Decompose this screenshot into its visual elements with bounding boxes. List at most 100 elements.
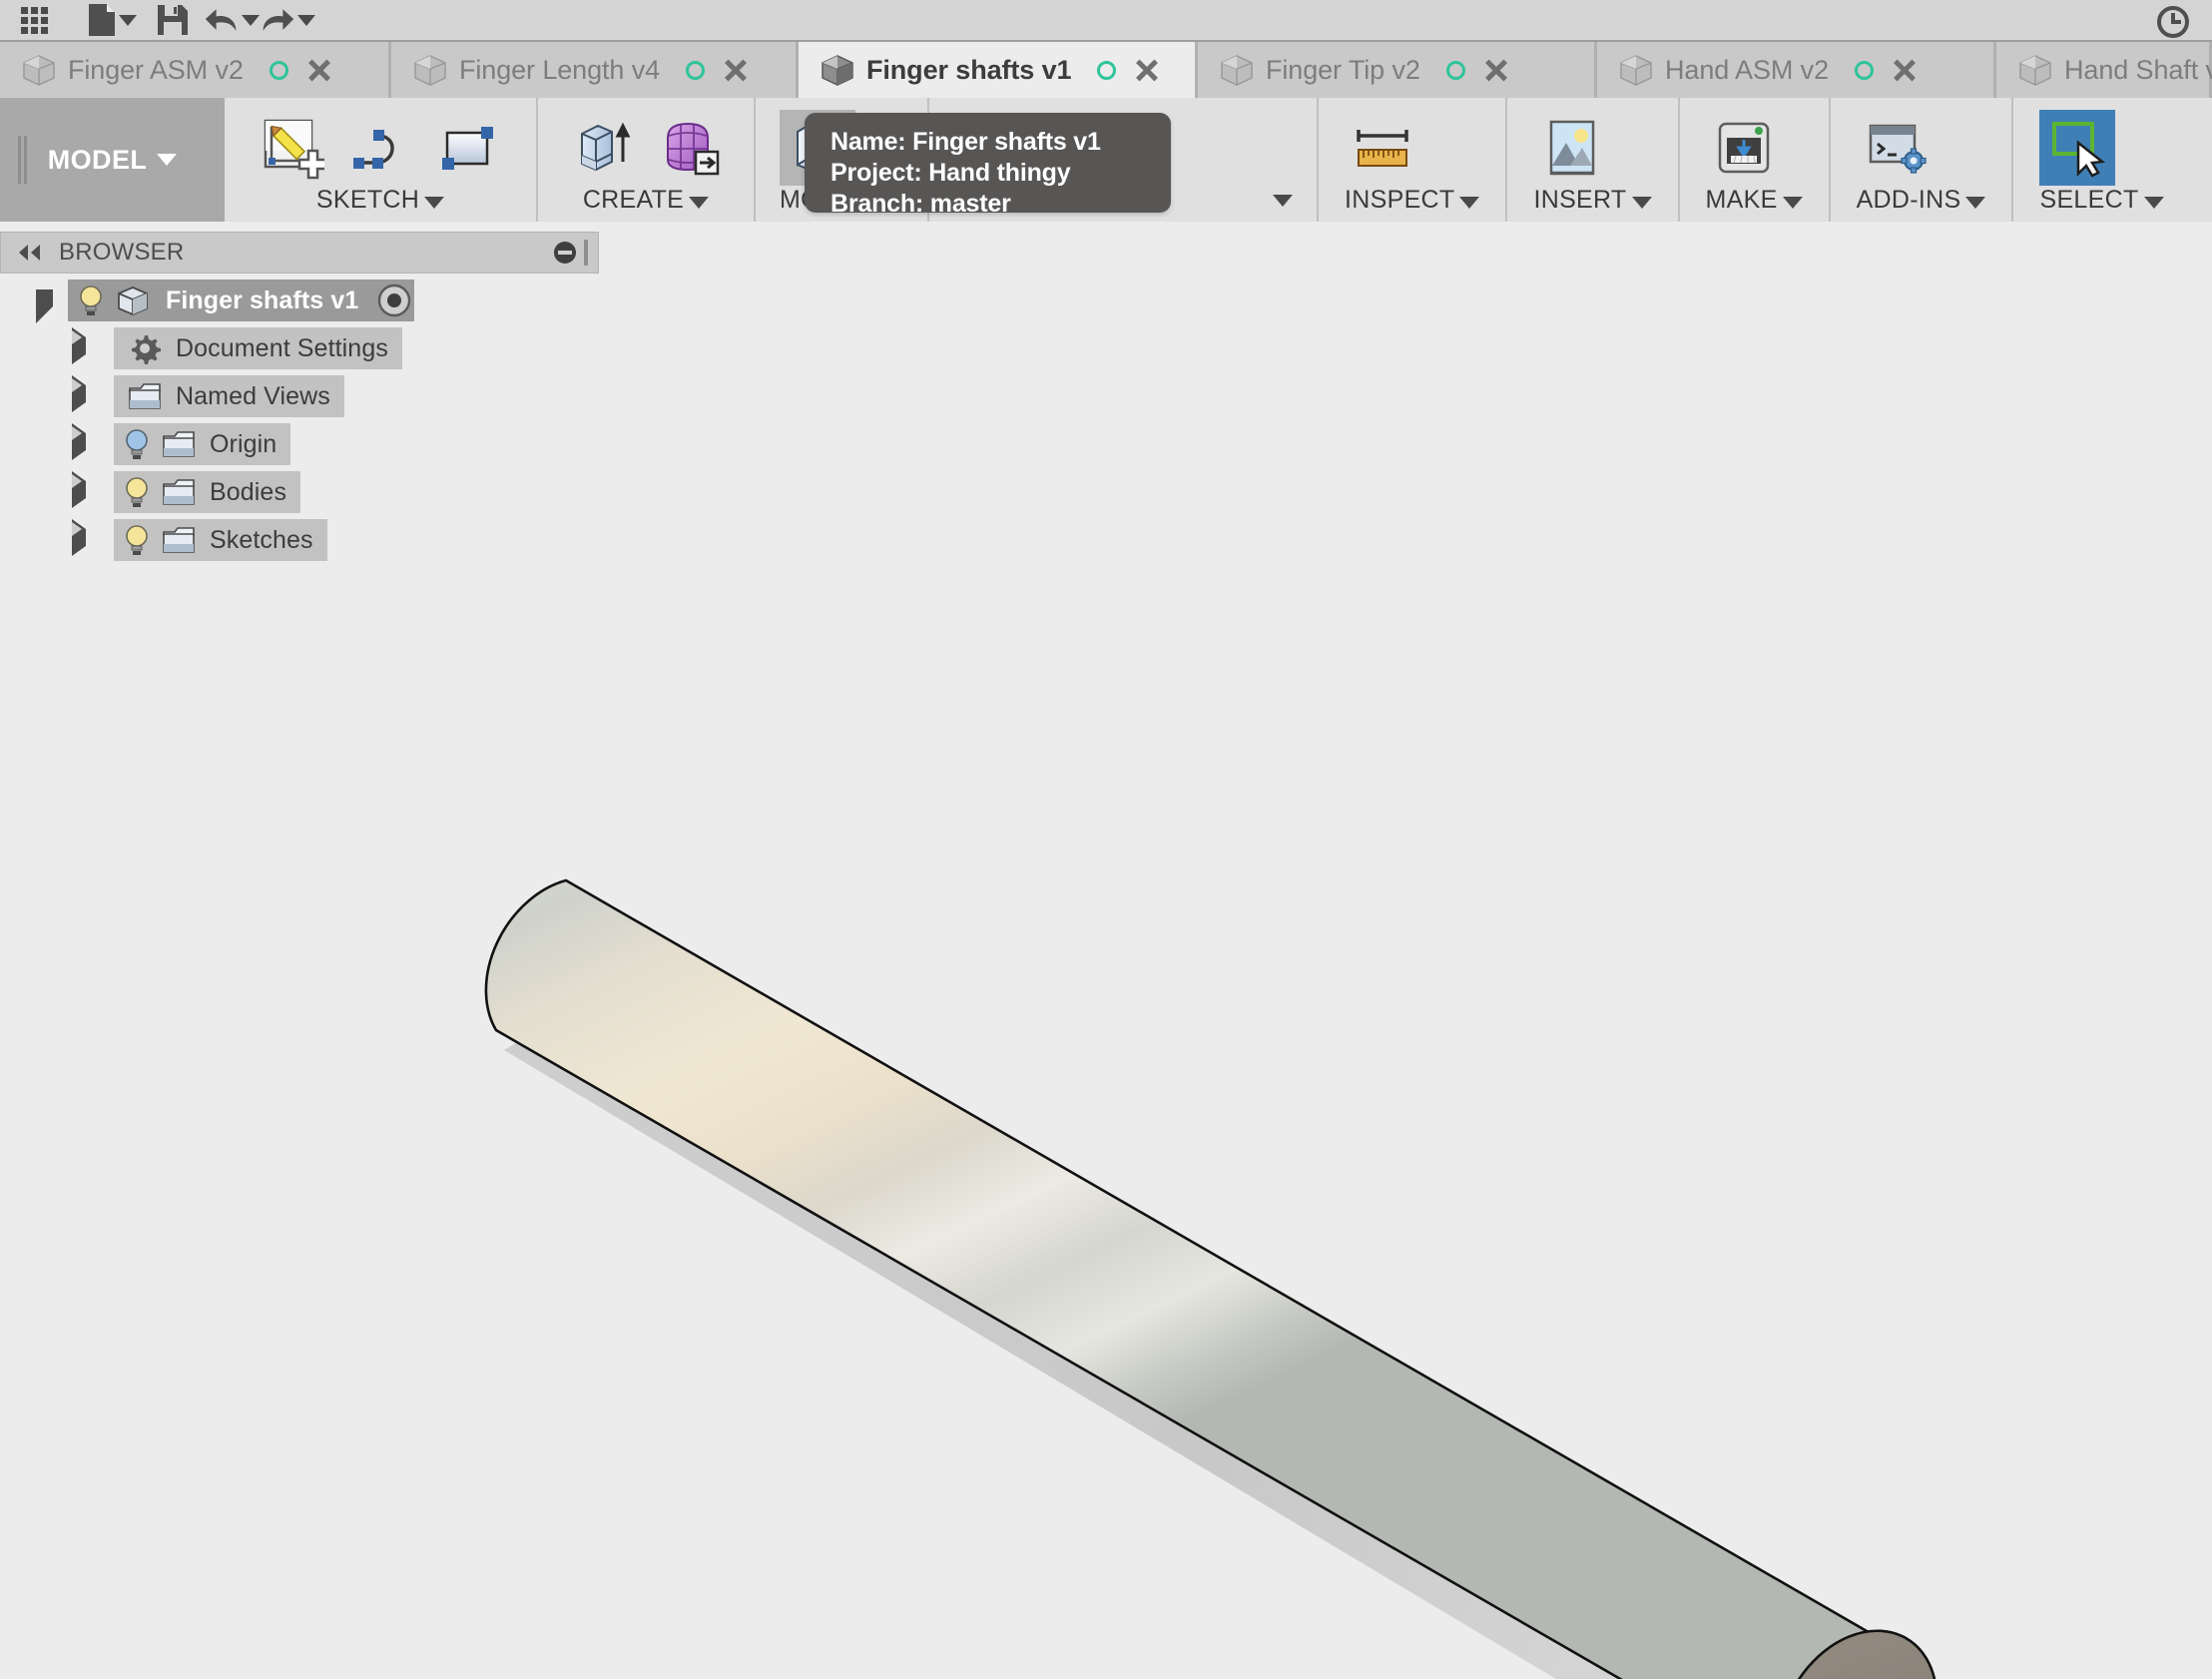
select-cursor-glyph [2052, 122, 2106, 178]
cube-icon [1221, 55, 1253, 86]
chevron-down-icon[interactable] [157, 154, 178, 166]
create-icon-group [564, 104, 728, 186]
cube-icon [1620, 55, 1652, 86]
cylindrical-shaft-body[interactable] [0, 222, 2212, 1679]
rectangle-glyph [442, 127, 493, 170]
tab-close-icon[interactable] [723, 57, 749, 83]
extrude-icon[interactable] [564, 110, 640, 186]
document-tab-2[interactable]: Finger shafts v1 [799, 42, 1198, 98]
quick-access-toolbar [0, 0, 2212, 40]
chevron-down-icon[interactable] [1965, 196, 1986, 209]
tab-label: Finger Length v4 [459, 54, 661, 85]
tab-status-dot-icon [1445, 60, 1465, 80]
panel-label-create-wrap[interactable]: CREATE [564, 186, 728, 215]
chevron-down-icon[interactable] [1782, 196, 1803, 209]
document-tab-5[interactable]: Hand Shaft v2 [1996, 42, 2212, 98]
clock-glyph [2157, 6, 2189, 38]
document-info-tooltip: Name: Finger shafts v1 Project: Hand thi… [805, 113, 1171, 218]
document-tab-bar: Finger ASM v2 Finger Length v4 Finger sh… [0, 40, 2212, 98]
workspace-selector[interactable]: MODEL [0, 98, 225, 222]
panel-label-inspect: INSPECT [1345, 186, 1455, 214]
extrude-glyph [581, 122, 631, 172]
panel-label-create: CREATE [582, 186, 685, 214]
redo-arrow-glyph [263, 9, 294, 31]
scripts-addins-glyph [1869, 124, 1927, 174]
chevron-down-icon[interactable] [1459, 196, 1480, 209]
app-grid-icon[interactable] [0, 0, 68, 40]
document-tab-4[interactable]: Hand ASM v2 [1597, 42, 1996, 98]
save-icon[interactable] [142, 0, 204, 40]
shaft-geometry [484, 878, 1938, 1679]
cube-icon [822, 55, 853, 86]
chevron-down-icon[interactable] [689, 196, 710, 209]
chevron-down-icon[interactable] [2143, 196, 2164, 209]
workspace-label: MODEL [47, 144, 148, 175]
tab-status-dot-icon [686, 60, 706, 80]
redo-icon[interactable] [260, 0, 315, 40]
chevron-down-icon[interactable] [424, 196, 445, 209]
measure-icon[interactable] [1345, 110, 1420, 186]
floppy-glyph [158, 5, 188, 35]
ribbon-panel-addins: ADD-INS [1831, 98, 2014, 222]
3d-print-glyph [1718, 122, 1769, 174]
insert-image-glyph [1550, 120, 1595, 176]
tooltip-branch-line: Branch: master [830, 190, 1011, 218]
scripts-addins-icon[interactable] [1857, 110, 1933, 186]
panel-label-insert-wrap[interactable]: INSERT [1533, 186, 1652, 215]
create-form-icon[interactable] [652, 110, 728, 186]
tab-status-dot-icon [269, 60, 288, 80]
3d-print-icon[interactable] [1706, 110, 1782, 186]
chevron-down-icon[interactable] [1273, 195, 1294, 207]
insert-image-icon[interactable] [1533, 110, 1609, 186]
panel-label-make-wrap[interactable]: MAKE [1706, 186, 1803, 215]
cube-icon [414, 55, 446, 86]
select-icon-group [2039, 104, 2163, 186]
file-glyph [89, 4, 115, 36]
ribbon-grip-icon [18, 136, 27, 184]
create-sketch-icon[interactable] [255, 110, 330, 186]
document-tab-1[interactable]: Finger Length v4 [391, 42, 799, 98]
panel-label-inspect-wrap[interactable]: INSPECT [1345, 186, 1480, 215]
tab-close-icon[interactable] [306, 57, 332, 83]
tab-close-icon[interactable] [1134, 57, 1160, 83]
ribbon-panel-insert: INSERT [1507, 98, 1680, 222]
inspect-icon-group [1345, 104, 1479, 186]
undo-arrow-glyph [205, 9, 237, 31]
undo-caret-icon[interactable] [242, 14, 260, 26]
create-sketch-glyph [264, 119, 324, 180]
create-form-glyph [667, 122, 720, 176]
tab-label: Finger shafts v1 [866, 54, 1072, 85]
chevron-down-icon[interactable] [1631, 196, 1652, 209]
tooltip-project-line: Project: Hand thingy [830, 159, 1071, 187]
ribbon-panel-create: CREATE [538, 98, 756, 222]
ribbon-panel-make: MAKE [1680, 98, 1831, 222]
panel-label-sketch-wrap[interactable]: SKETCH [255, 186, 506, 215]
clock-icon[interactable] [2156, 5, 2190, 39]
undo-icon[interactable] [204, 0, 260, 40]
new-file-caret-icon[interactable] [119, 14, 137, 26]
cube-icon [23, 55, 55, 86]
panel-label-make: MAKE [1705, 186, 1778, 214]
tab-label: Hand ASM v2 [1665, 54, 1829, 85]
panel-label-addins: ADD-INS [1856, 186, 1961, 214]
panel-label-addins-wrap[interactable]: ADD-INS [1857, 186, 1986, 215]
redo-caret-icon[interactable] [297, 14, 315, 26]
ribbon-panel-sketch: SKETCH [225, 98, 538, 222]
select-cursor-icon[interactable] [2039, 110, 2116, 186]
measure-glyph [1357, 130, 1408, 167]
document-tab-3[interactable]: Finger Tip v2 [1198, 42, 1597, 98]
panel-label-insert: INSERT [1533, 186, 1627, 214]
new-file-icon[interactable] [82, 0, 142, 40]
insert-icon-group [1533, 104, 1651, 186]
tab-status-dot-icon [1855, 60, 1874, 80]
document-tab-0[interactable]: Finger ASM v2 [0, 42, 391, 98]
tab-close-icon[interactable] [1483, 57, 1509, 83]
tab-close-icon[interactable] [1892, 57, 1918, 83]
panel-label-select-wrap[interactable]: SELECT [2039, 186, 2164, 215]
panel-label-sketch: SKETCH [315, 186, 420, 214]
grid-glyph [20, 6, 48, 34]
tab-label: Finger ASM v2 [68, 54, 244, 85]
cube-icon [2019, 55, 2051, 86]
spline-icon[interactable] [342, 110, 418, 186]
rectangle-icon[interactable] [430, 110, 506, 186]
